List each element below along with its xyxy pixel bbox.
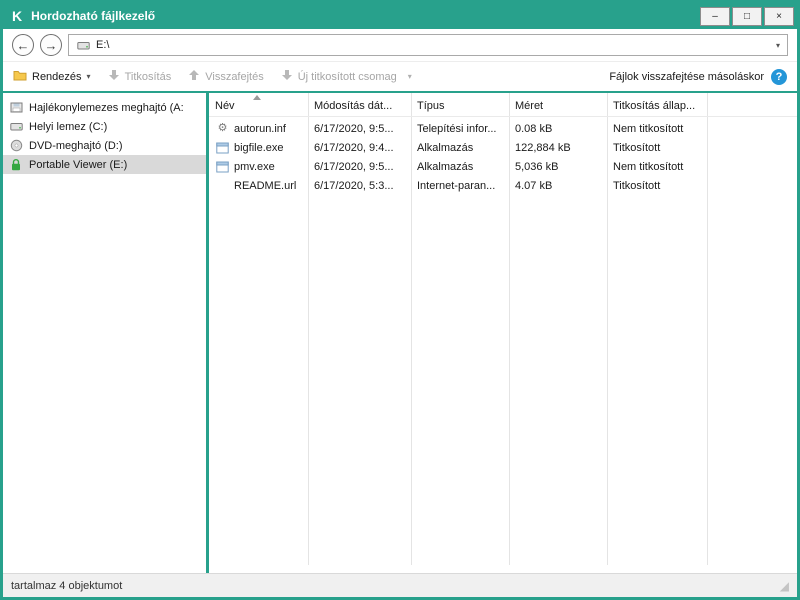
column-divider (607, 93, 608, 565)
floppy-drive-icon (9, 101, 23, 114)
encrypt-button[interactable]: Titkosítás (108, 69, 172, 84)
application-icon (215, 161, 230, 173)
sidebar-item-label: Helyi lemez (C:) (29, 121, 107, 133)
file-size: 4.07 kB (509, 180, 607, 192)
address-dropdown-icon[interactable]: ▾ (776, 41, 780, 50)
column-header-modified[interactable]: Módosítás dát... (308, 100, 411, 112)
file-row[interactable]: README.url 6/17/2020, 5:3... Internet-pa… (209, 176, 797, 195)
column-header-encryption-status[interactable]: Titkosítás állap... (607, 100, 707, 112)
file-name: bigfile.exe (234, 142, 284, 154)
status-text: tartalmaz 4 objektumot (11, 580, 122, 592)
file-encryption-status: Titkosított (607, 142, 707, 154)
navigation-bar: ← → E:\ ▾ (3, 29, 797, 61)
sort-ascending-icon (253, 95, 261, 100)
file-list: Név Módosítás dát... Típus Méret Titkosí… (209, 93, 797, 573)
column-header-type[interactable]: Típus (411, 100, 509, 112)
drives-sidebar: Hajlékonylemezes meghajtó (A: Helyi leme… (3, 93, 206, 573)
sidebar-item-label: Hajlékonylemezes meghajtó (A: (29, 102, 184, 114)
arrow-down-icon (108, 69, 120, 84)
column-divider (707, 93, 708, 565)
chevron-down-icon[interactable]: ▾ (408, 72, 412, 81)
window-controls: – □ × (700, 7, 794, 26)
minimize-button[interactable]: – (700, 7, 730, 26)
sidebar-item-dvd-d[interactable]: DVD-meghajtó (D:) (3, 136, 206, 155)
column-header-name[interactable]: Név (209, 100, 308, 112)
folder-icon (13, 69, 27, 84)
column-header-size[interactable]: Méret (509, 100, 607, 112)
column-divider (308, 93, 309, 565)
decrypt-on-copy-label: Fájlok visszafejtése másoláskor (609, 71, 764, 83)
kaspersky-logo-icon: K (12, 9, 22, 23)
file-name: autorun.inf (234, 123, 286, 135)
application-icon (215, 142, 230, 154)
toolbar: Rendezés ▾ Titkosítás Visszafejtés Új ti… (3, 61, 797, 93)
file-name: pmv.exe (234, 161, 275, 173)
file-name: README.url (234, 180, 296, 192)
file-row[interactable]: ⚙ autorun.inf 6/17/2020, 9:5... Telepíté… (209, 119, 797, 138)
sidebar-item-label: Portable Viewer (E:) (29, 159, 127, 171)
help-icon[interactable]: ? (771, 69, 787, 85)
file-rows: ⚙ autorun.inf 6/17/2020, 9:5... Telepíté… (209, 117, 797, 195)
file-type: Alkalmazás (411, 142, 509, 154)
decrypt-label: Visszafejtés (205, 71, 264, 83)
setup-information-icon: ⚙ (215, 123, 230, 134)
organize-button[interactable]: Rendezés ▾ (13, 69, 91, 84)
file-encryption-status: Titkosított (607, 180, 707, 192)
portable-file-manager-window: K Hordozható fájlkezelő – □ × ← → E:\ ▾ … (0, 0, 800, 600)
file-encryption-status: Nem titkosított (607, 123, 707, 135)
organize-label: Rendezés (32, 71, 82, 83)
back-button[interactable]: ← (12, 34, 34, 56)
close-button[interactable]: × (764, 7, 794, 26)
arrow-up-icon (188, 69, 200, 84)
main-content: Hajlékonylemezes meghajtó (A: Helyi leme… (3, 93, 797, 573)
encrypt-label: Titkosítás (125, 71, 172, 83)
new-encrypted-package-label: Új titkosított csomag (298, 71, 397, 83)
sidebar-item-label: DVD-meghajtó (D:) (29, 140, 123, 152)
new-encrypted-package-button[interactable]: Új titkosított csomag ▾ (281, 69, 412, 84)
sidebar-item-floppy-a[interactable]: Hajlékonylemezes meghajtó (A: (3, 98, 206, 117)
file-date: 6/17/2020, 9:5... (308, 161, 411, 173)
decrypt-button[interactable]: Visszafejtés (188, 69, 264, 84)
file-list-header: Név Módosítás dát... Típus Méret Titkosí… (209, 93, 797, 117)
file-type: Internet-paran... (411, 180, 509, 192)
decrypt-on-copy-option[interactable]: Fájlok visszafejtése másoláskor ? (609, 69, 787, 85)
resize-grip[interactable]: ◢ (780, 580, 789, 592)
address-text: E:\ (96, 39, 109, 51)
sidebar-item-portable-viewer-e[interactable]: Portable Viewer (E:) (3, 155, 206, 174)
file-row[interactable]: pmv.exe 6/17/2020, 9:5... Alkalmazás 5,0… (209, 157, 797, 176)
forward-button[interactable]: → (40, 34, 62, 56)
column-divider (411, 93, 412, 565)
file-date: 6/17/2020, 9:4... (308, 142, 411, 154)
encrypted-drive-lock-icon (9, 158, 23, 171)
address-bar[interactable]: E:\ ▾ (68, 34, 788, 56)
file-size: 122,884 kB (509, 142, 607, 154)
column-divider (509, 93, 510, 565)
file-size: 5,036 kB (509, 161, 607, 173)
file-type: Telepítési infor... (411, 123, 509, 135)
file-date: 6/17/2020, 9:5... (308, 123, 411, 135)
file-encryption-status: Nem titkosított (607, 161, 707, 173)
maximize-button[interactable]: □ (732, 7, 762, 26)
chevron-down-icon: ▾ (87, 72, 91, 81)
hard-disk-icon (9, 120, 23, 133)
status-bar: tartalmaz 4 objektumot ◢ (3, 573, 797, 597)
file-size: 0.08 kB (509, 123, 607, 135)
drive-icon (76, 39, 90, 52)
arrow-down-icon (281, 69, 293, 84)
file-type: Alkalmazás (411, 161, 509, 173)
titlebar: K Hordozható fájlkezelő – □ × (3, 3, 797, 29)
dvd-drive-icon (9, 139, 23, 152)
file-row[interactable]: bigfile.exe 6/17/2020, 9:4... Alkalmazás… (209, 138, 797, 157)
sidebar-item-local-disk-c[interactable]: Helyi lemez (C:) (3, 117, 206, 136)
file-date: 6/17/2020, 5:3... (308, 180, 411, 192)
window-title: Hordozható fájlkezelő (31, 9, 155, 23)
